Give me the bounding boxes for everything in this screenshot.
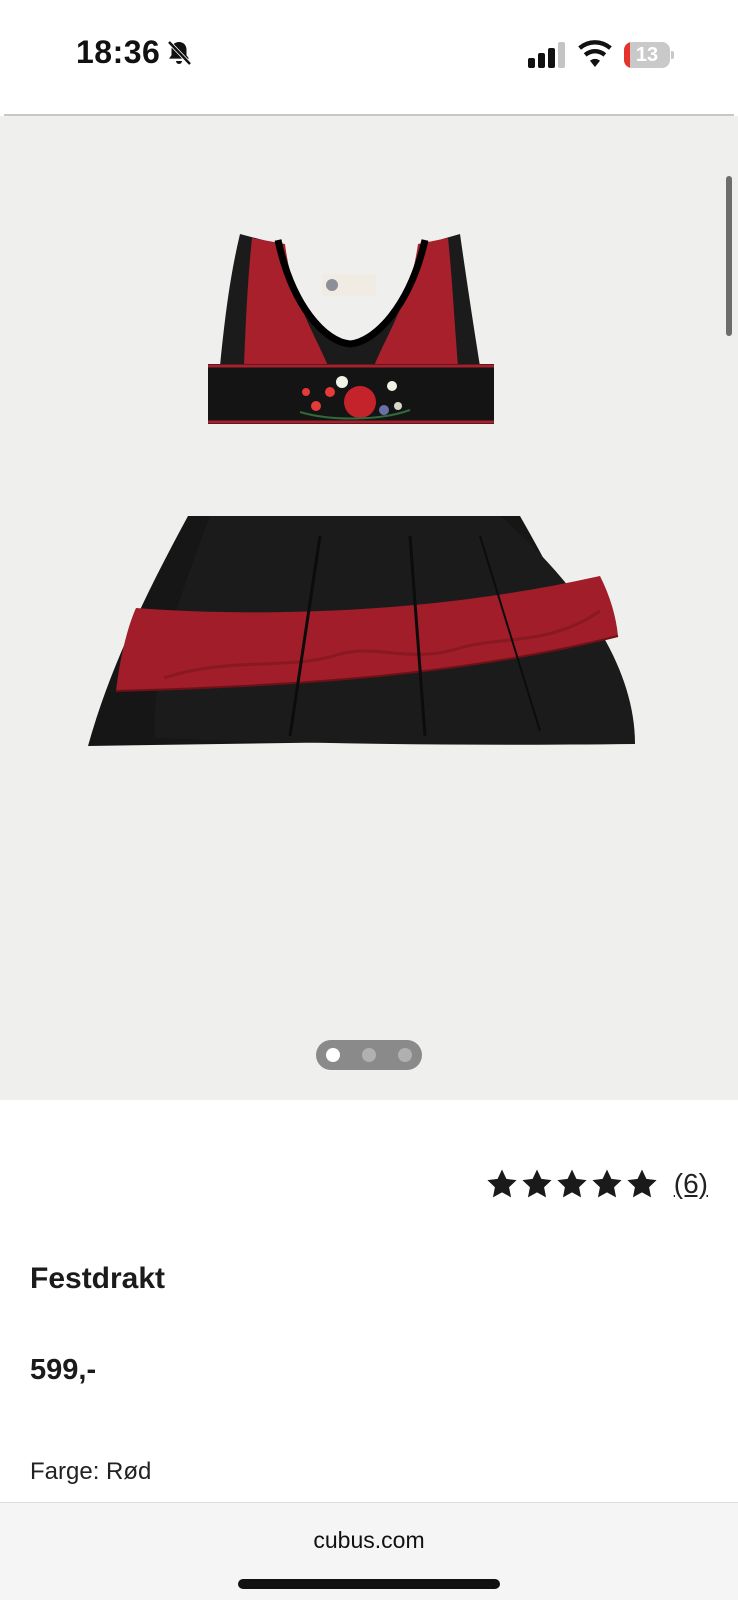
rating-stars xyxy=(485,1167,660,1201)
product-title: Festdrakt xyxy=(30,1262,166,1295)
star-icon xyxy=(487,1169,517,1198)
star-icon xyxy=(522,1169,552,1198)
pager-dot-3[interactable] xyxy=(398,1048,412,1062)
product-color-label: Farge: Rød xyxy=(30,1458,152,1485)
product-image-gallery[interactable] xyxy=(0,116,738,1100)
pager-dot-1[interactable] xyxy=(326,1048,340,1062)
star-icon xyxy=(627,1169,657,1198)
star-icon xyxy=(557,1169,587,1198)
status-time: 18:36 xyxy=(76,34,161,70)
signal-icon xyxy=(528,42,565,68)
gallery-pager[interactable] xyxy=(316,1040,422,1070)
status-bar: 18:36 13 xyxy=(0,0,738,112)
wifi-icon xyxy=(578,40,612,67)
star-icon xyxy=(592,1169,622,1198)
battery-icon: 13 xyxy=(624,42,674,68)
product-image[interactable] xyxy=(80,216,660,756)
bell-slash-icon xyxy=(167,40,192,66)
gallery-scrollbar[interactable] xyxy=(726,176,732,336)
rating-count-link[interactable]: (6) xyxy=(674,1168,708,1200)
home-indicator[interactable] xyxy=(238,1579,500,1589)
browser-address-bar[interactable]: cubus.com xyxy=(0,1502,738,1600)
product-rating[interactable]: (6) xyxy=(485,1164,708,1204)
product-price: 599,- xyxy=(30,1354,97,1386)
url-text[interactable]: cubus.com xyxy=(0,1527,738,1554)
battery-level-text: 13 xyxy=(635,44,659,66)
pager-dot-2[interactable] xyxy=(362,1048,376,1062)
